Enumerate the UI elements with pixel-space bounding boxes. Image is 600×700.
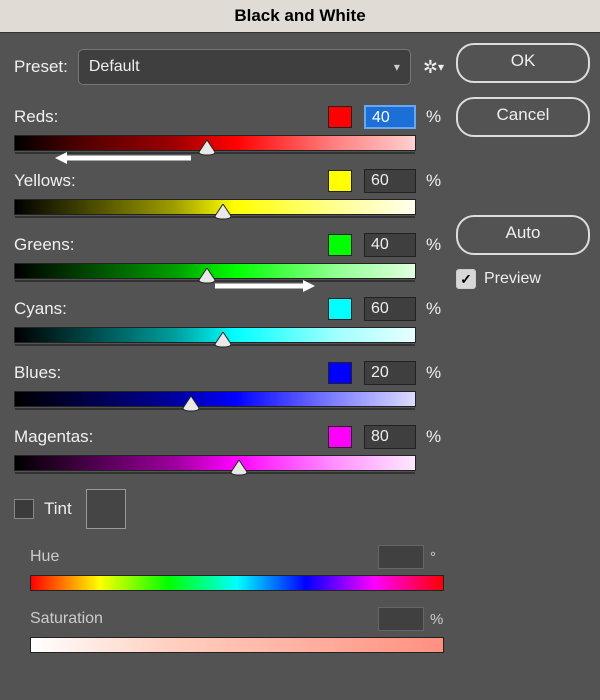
- right-panel: OK Cancel Auto ✓ Preview: [444, 43, 590, 687]
- slider-greens: Greens: 40 %: [14, 233, 444, 279]
- saturation-unit: %: [430, 611, 444, 628]
- percent-label: %: [426, 107, 444, 127]
- slider-track[interactable]: [14, 391, 416, 407]
- slider-value-input[interactable]: 40: [364, 233, 416, 257]
- color-swatch: [328, 426, 352, 448]
- saturation-value-input[interactable]: [378, 607, 424, 631]
- ok-button[interactable]: OK: [456, 43, 590, 83]
- slider-thumb[interactable]: [182, 396, 200, 412]
- slider-label: Cyans:: [14, 299, 328, 319]
- saturation-slider[interactable]: [30, 637, 444, 653]
- slider-value-input[interactable]: 40: [364, 105, 416, 129]
- saturation-label: Saturation: [30, 610, 378, 628]
- tint-label: Tint: [44, 499, 72, 519]
- slider-track[interactable]: [14, 263, 416, 279]
- slider-track[interactable]: [14, 199, 416, 215]
- slider-thumb[interactable]: [230, 460, 248, 476]
- slider-thumb[interactable]: [214, 332, 232, 348]
- slider-track[interactable]: [14, 327, 416, 343]
- slider-reds: Reds: 40 %: [14, 105, 444, 151]
- left-panel: Preset: Default ▾ ✲▾ Reds: 40 %: [14, 43, 444, 687]
- slider-value-input[interactable]: 20: [364, 361, 416, 385]
- color-swatch: [328, 298, 352, 320]
- slider-yellows: Yellows: 60 %: [14, 169, 444, 215]
- slider-label: Yellows:: [14, 171, 328, 191]
- slider-thumb[interactable]: [214, 204, 232, 220]
- percent-label: %: [426, 171, 444, 191]
- percent-label: %: [426, 427, 444, 447]
- slider-value-input[interactable]: 60: [364, 169, 416, 193]
- gear-icon: ✲: [423, 57, 438, 78]
- hue-value-input[interactable]: [378, 545, 424, 569]
- tint-row: Tint: [14, 489, 444, 529]
- slider-label: Magentas:: [14, 427, 328, 447]
- preset-label: Preset:: [14, 57, 68, 77]
- percent-label: %: [426, 363, 444, 383]
- track-underline: [15, 472, 415, 474]
- hue-unit: °: [430, 549, 444, 566]
- hue-label: Hue: [30, 548, 378, 566]
- slider-label: Blues:: [14, 363, 328, 383]
- color-swatch: [328, 362, 352, 384]
- check-icon: ✓: [460, 271, 472, 288]
- slider-blues: Blues: 20 %: [14, 361, 444, 407]
- black-and-white-dialog: Black and White Preset: Default ▾ ✲▾ Red…: [0, 0, 600, 700]
- auto-button[interactable]: Auto: [456, 215, 590, 255]
- hue-block: Hue °: [30, 545, 444, 591]
- slider-value-input[interactable]: 80: [364, 425, 416, 449]
- preview-label: Preview: [484, 270, 541, 288]
- cancel-button[interactable]: Cancel: [456, 97, 590, 137]
- color-swatch: [328, 106, 352, 128]
- tint-color-swatch[interactable]: [86, 489, 126, 529]
- color-swatch: [328, 234, 352, 256]
- track-underline: [15, 408, 415, 410]
- slider-track[interactable]: [14, 135, 416, 151]
- percent-label: %: [426, 299, 444, 319]
- tint-checkbox[interactable]: [14, 499, 34, 519]
- slider-label: Greens:: [14, 235, 328, 255]
- slider-magentas: Magentas: 80 %: [14, 425, 444, 471]
- dialog-title: Black and White: [0, 0, 600, 33]
- hue-slider[interactable]: [30, 575, 444, 591]
- preview-checkbox[interactable]: ✓: [456, 269, 476, 289]
- saturation-block: Saturation %: [30, 607, 444, 653]
- color-swatch: [328, 170, 352, 192]
- preset-selected: Default: [89, 58, 140, 76]
- slider-value-input[interactable]: 60: [364, 297, 416, 321]
- percent-label: %: [426, 235, 444, 255]
- chevron-down-icon: ▾: [394, 60, 400, 74]
- preview-row: ✓ Preview: [456, 269, 590, 289]
- preset-select[interactable]: Default ▾: [78, 49, 411, 85]
- slider-track[interactable]: [14, 455, 416, 471]
- slider-cyans: Cyans: 60 %: [14, 297, 444, 343]
- slider-label: Reds:: [14, 107, 328, 127]
- preset-settings-button[interactable]: ✲▾: [423, 57, 444, 78]
